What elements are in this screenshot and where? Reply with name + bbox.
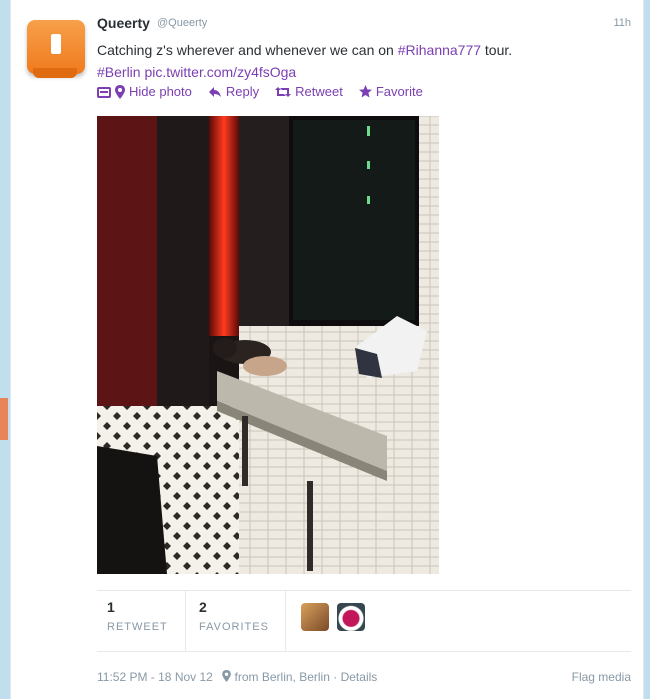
favorites-number: 2 [199, 599, 207, 615]
star-icon [358, 85, 372, 98]
stats-divider [285, 591, 286, 651]
location-pin-icon [115, 84, 125, 99]
details-link[interactable]: Details [341, 670, 378, 684]
favoriter-avatar[interactable] [301, 603, 329, 631]
hashtag-link[interactable]: #Rihanna777 [398, 42, 481, 58]
tweet-time[interactable]: 11h [613, 17, 631, 29]
favoriter-avatar[interactable] [337, 603, 365, 631]
tweet-datetime[interactable]: 11:52 PM - 18 Nov 12 [97, 670, 213, 684]
tweet-text-part: Catching z's wherever and whenever we ca… [97, 42, 398, 58]
footer-separator: · [333, 670, 338, 684]
tweet-footer: 11:52 PM - 18 Nov 12 from Berlin, Berlin… [97, 670, 631, 684]
retweet-label: Retweet [295, 84, 343, 99]
tweet-card: Queerty @Queerty 11h Catching z's wherev… [10, 0, 644, 699]
favorites-stat-label: FAVORITES [199, 621, 269, 633]
tweet-text-part: tour. [481, 42, 513, 58]
photo-image [97, 116, 439, 574]
tweet-location[interactable]: from Berlin, Berlin [235, 670, 330, 684]
flag-media-link[interactable]: Flag media [572, 670, 631, 684]
avatar[interactable] [27, 20, 85, 78]
pic-link[interactable]: pic.twitter.com/zy4fsOga [144, 64, 296, 80]
background-accent [0, 398, 8, 440]
hide-photo-label: Hide photo [129, 84, 192, 99]
stats-divider [185, 591, 186, 651]
tweet-text: Catching z's wherever and whenever we ca… [97, 39, 627, 83]
avatar-tab [33, 68, 77, 78]
location-pin-icon [222, 670, 231, 682]
photo-icon [97, 86, 111, 98]
hashtag-link[interactable]: #Berlin [97, 64, 141, 80]
favorite-label: Favorite [375, 84, 423, 99]
hide-photo-button[interactable]: Hide photo [97, 84, 192, 99]
logo-glyph [51, 34, 61, 54]
tweet-actions: Hide photo Reply Retweet Favorite [97, 84, 423, 99]
retweet-number: 1 [107, 599, 115, 615]
user-name[interactable]: Queerty [97, 15, 150, 31]
retweet-stat-label: RETWEET [107, 621, 168, 633]
reply-arrow-icon [208, 86, 221, 97]
retweet-icon [275, 86, 292, 97]
reply-button[interactable]: Reply [208, 84, 259, 99]
reply-label: Reply [225, 84, 260, 99]
favorites-count[interactable]: 2 FAVORITES [199, 599, 269, 633]
favorite-button[interactable]: Favorite [358, 84, 423, 99]
user-handle[interactable]: @Queerty [157, 17, 207, 29]
retweet-button[interactable]: Retweet [275, 84, 343, 99]
tweet-photo[interactable] [97, 116, 439, 574]
tweet-stats: 1 RETWEET 2 FAVORITES [97, 590, 631, 652]
retweet-count[interactable]: 1 RETWEET [107, 599, 168, 633]
